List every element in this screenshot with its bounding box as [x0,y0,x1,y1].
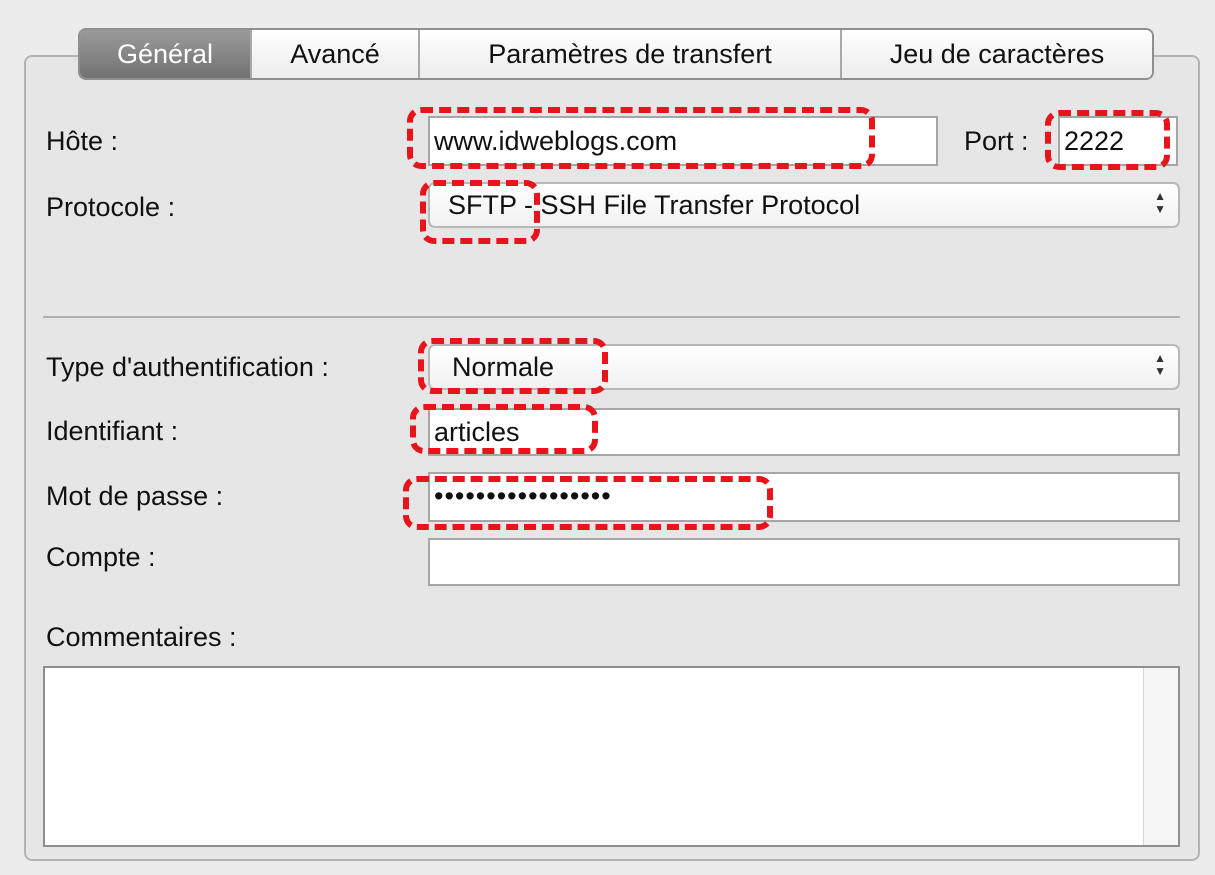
tab-advanced[interactable]: Avancé [250,30,418,78]
separator [43,316,1180,318]
select-arrows-icon: ▲ ▼ [1154,189,1166,216]
auth-type-label: Type d'authentification : [46,352,329,382]
port-label: Port : [964,126,1029,156]
username-label: Identifiant : [46,416,179,446]
scrollbar[interactable] [1143,668,1178,845]
username-input[interactable]: articles [428,408,1180,456]
password-input[interactable]: ••••••••••••••••• [428,472,1180,522]
auth-type-value: Normale [452,352,555,382]
host-input[interactable]: www.idweblogs.com [428,116,938,166]
protocol-value: SFTP - SSH File Transfer Protocol [448,190,861,220]
tab-general[interactable]: Général [80,30,250,78]
select-arrows-icon: ▲ ▼ [1154,351,1166,378]
protocol-label: Protocole : [46,192,176,222]
host-label: Hôte : [46,126,119,156]
port-input[interactable]: 2222 [1058,116,1178,166]
protocol-select[interactable]: SFTP - SSH File Transfer Protocol ▲ ▼ [428,182,1180,228]
account-input[interactable] [428,538,1180,586]
comments-textarea[interactable] [43,666,1180,847]
password-label: Mot de passe : [46,481,224,511]
tab-bar: Général Avancé Paramètres de transfert J… [78,28,1154,80]
account-label: Compte : [46,542,156,572]
comments-label: Commentaires : [46,622,237,652]
auth-type-select[interactable]: Normale ▲ ▼ [428,344,1180,390]
tab-character-set[interactable]: Jeu de caractères [840,30,1152,78]
tab-transfer-settings[interactable]: Paramètres de transfert [418,30,840,78]
